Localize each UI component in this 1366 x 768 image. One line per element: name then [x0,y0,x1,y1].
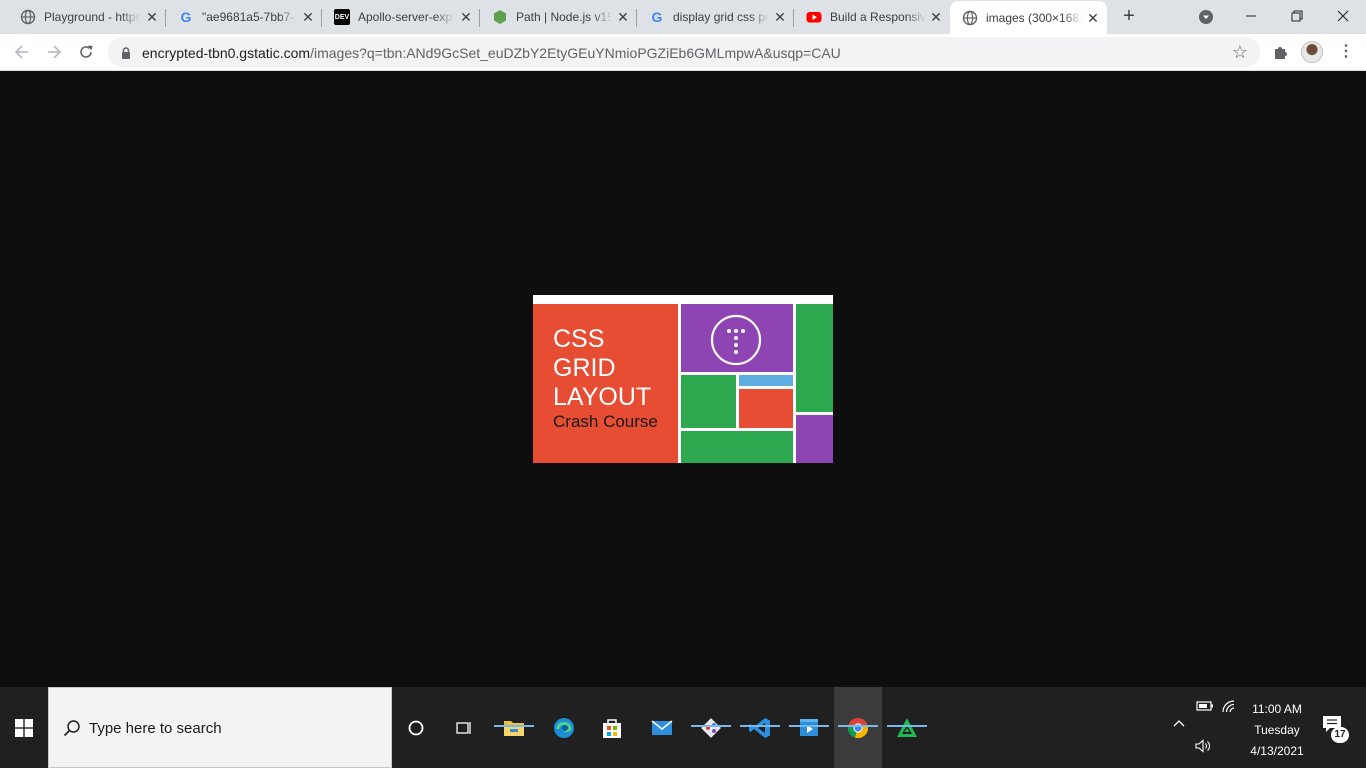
menu-kebab-icon[interactable]: ⋮ [1338,43,1354,61]
close-icon[interactable]: ✕ [928,9,944,25]
tab-title: Build a Responsive [830,10,926,24]
tab-title: Path | Node.js v15 [516,10,612,24]
css-grid-thumbnail: CSS GRID LAYOUT Crash Course [533,295,833,463]
subtitle-crash-course: Crash Course [553,412,658,431]
lock-icon[interactable] [120,46,132,59]
movies-icon[interactable] [785,687,833,768]
tab-images-active[interactable]: images (300×168) ✕ [950,1,1107,35]
tab-nodejs-path[interactable]: Path | Node.js v15 ✕ [480,0,637,34]
battery-icon[interactable] [1196,699,1214,716]
globe-icon [962,10,978,26]
system-clock[interactable]: 11:00 AM Tuesday 4/13/2021 [1232,699,1322,762]
title-line-layout: LAYOUT [553,383,651,411]
chrome-icon[interactable] [834,687,882,768]
notification-count-badge: 17 [1331,727,1349,743]
clock-date: 4/13/2021 [1250,744,1304,758]
address-bar[interactable]: encrypted-tbn0.gstatic.com/images?q=tbn:… [108,37,1260,67]
git-icon[interactable] [687,687,735,768]
youtube-icon [806,9,822,25]
dev-icon: DEV [334,9,350,25]
bookmark-star-icon[interactable]: ☆ [1232,42,1248,62]
blue-strip [739,375,793,386]
purple-corner-block [796,415,833,463]
clock-day: Tuesday [1254,723,1300,737]
windows-start-icon[interactable] [0,687,48,768]
edge-icon[interactable] [540,687,588,768]
tab-strip: Playground - https://... ✕ G "ae9681a5-7… [0,0,1366,35]
mail-icon[interactable] [638,687,686,768]
css-grid-course-image: CSS GRID LAYOUT Crash Course [533,295,833,463]
reload-button[interactable] [73,39,99,65]
close-icon[interactable]: ✕ [144,9,160,25]
close-icon[interactable]: ✕ [458,9,474,25]
forward-button[interactable] [41,39,67,65]
tab-google-search-2[interactable]: G display grid css property ✕ [637,0,794,34]
close-icon[interactable]: ✕ [300,9,316,25]
nodejs-icon [492,9,508,25]
url-text: encrypted-tbn0.gstatic.com/images?q=tbn:… [142,45,841,61]
back-button[interactable] [9,39,35,65]
tab-playground[interactable]: Playground - https://... ✕ [8,0,166,34]
google-icon: G [651,9,663,25]
minimize-button[interactable] [1228,0,1274,32]
tab-dev-apollo[interactable]: DEV Apollo-server-express ✕ [322,0,480,34]
volume-icon[interactable] [1195,739,1213,756]
tab-title: images (300×168) [986,11,1082,25]
title-line-css: CSS [553,325,604,353]
tab-search-icon[interactable] [1198,9,1214,25]
profile-avatar[interactable] [1301,41,1323,63]
close-icon[interactable]: ✕ [772,9,788,25]
browser-toolbar: encrypted-tbn0.gstatic.com/images?q=tbn:… [0,34,1366,71]
green-middle-block [681,375,736,428]
task-view-icon[interactable] [440,687,488,768]
tab-youtube[interactable]: Build a Responsive ✕ [794,0,950,34]
search-placeholder: Type here to search [89,720,222,737]
url-path: /images?q=tbn:ANd9GcSet_euDZbY2EtyGEuYNm… [310,45,841,61]
url-host: encrypted-tbn0.gstatic.com [142,45,311,61]
file-explorer-icon[interactable] [490,687,538,768]
clock-time: 11:00 AM [1252,702,1302,716]
cortana-icon[interactable] [392,687,440,768]
action-center-icon[interactable]: 17 [1322,715,1349,743]
tab-title: display grid css property [673,10,769,24]
google-icon: G [180,9,192,25]
search-icon [63,719,81,737]
show-hidden-icons-chevron[interactable] [1172,717,1186,734]
title-line-grid: GRID [553,354,616,382]
tab-title: Apollo-server-express [358,10,454,24]
orange-small-block [739,389,793,428]
green-bottom-block [681,431,793,463]
tab-title: Playground - https://... [44,10,140,24]
restore-button[interactable] [1274,0,1320,32]
close-icon[interactable]: ✕ [615,9,631,25]
globe-icon [20,9,36,25]
vscode-icon[interactable] [736,687,784,768]
taskbar-search-box[interactable]: Type here to search [48,687,392,768]
store-icon[interactable] [588,687,636,768]
close-window-button[interactable] [1320,0,1366,32]
close-icon[interactable]: ✕ [1085,10,1101,26]
app-icon[interactable] [883,687,931,768]
new-tab-button[interactable]: + [1117,5,1141,29]
green-right-block [796,304,833,412]
tab-google-search-1[interactable]: G "ae9681a5-7bb7-... ✕ [166,0,322,34]
tab-title: "ae9681a5-7bb7-... [202,10,298,24]
windows-taskbar: Type here to search 11:00 AM Tuesday 4/1… [0,687,1366,768]
extensions-puzzle-icon[interactable] [1270,42,1290,62]
page-viewport: CSS GRID LAYOUT Crash Course [0,71,1366,687]
